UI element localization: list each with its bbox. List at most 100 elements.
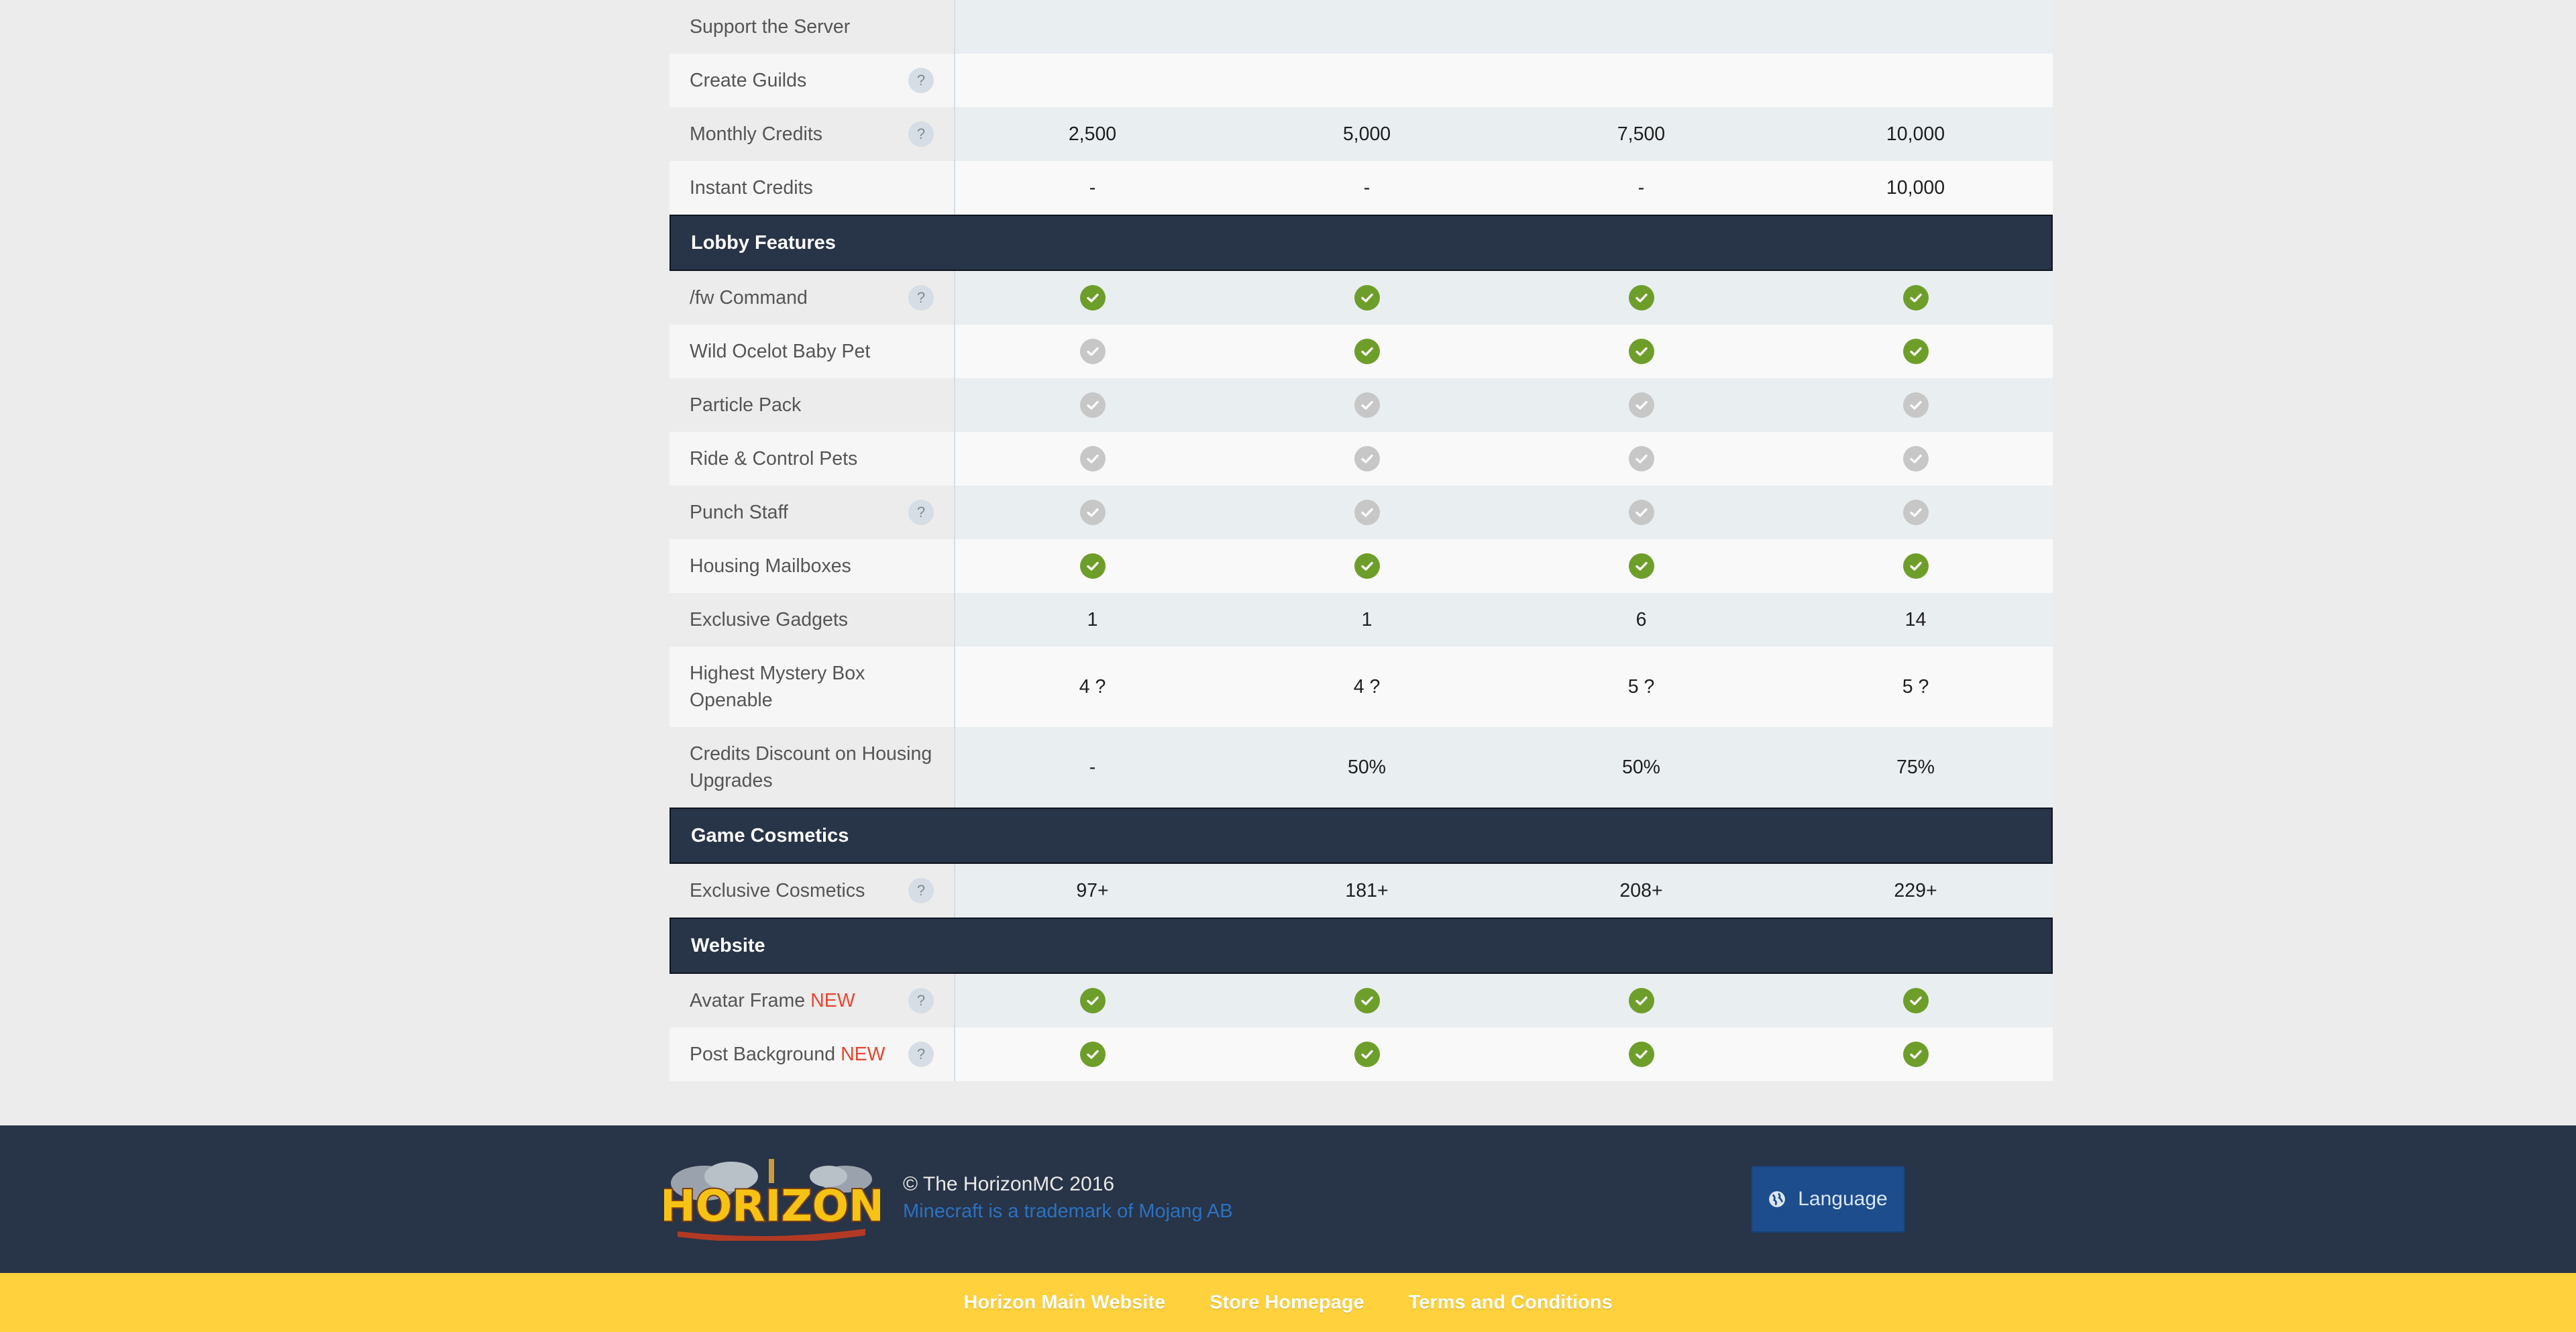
check-included-icon (1902, 339, 1929, 364)
store-homepage-link[interactable]: Store Homepage (1210, 1292, 1364, 1314)
row-label-wrap: Create Guilds (690, 67, 908, 94)
row-label-wrap: Instant Credits (690, 174, 934, 201)
table-row: Create Guilds? (669, 54, 2053, 107)
row-label-text: /fw Command (690, 287, 808, 309)
tier-2-cell (1230, 0, 1504, 54)
row-label: Credits Discount on Housing Upgrades (669, 727, 955, 808)
cell-value: 50% (1621, 756, 1661, 778)
row-label-text: Instant Credits (690, 177, 813, 199)
table-row: Ride & Control Pets (669, 432, 2053, 486)
language-button[interactable]: Language (1751, 1166, 1905, 1233)
tier-2-cell (1230, 1028, 1504, 1081)
help-icon[interactable]: ? (908, 121, 934, 147)
tier-4-cell (1778, 1028, 2053, 1081)
check-excluded-icon (1628, 446, 1654, 471)
cell-value: 7,500 (1617, 123, 1666, 145)
tier-1-cell (955, 0, 1230, 54)
cell-value: 6 (1635, 608, 1647, 630)
tier-3-cell: 7,500 (1504, 107, 1778, 161)
help-icon[interactable]: ? (908, 988, 934, 1013)
row-cells (955, 432, 2053, 486)
tier-4-cell (1778, 974, 2053, 1028)
horizon-main-website-link[interactable]: Horizon Main Website (963, 1292, 1165, 1314)
logo-text: HORIZON (664, 1182, 880, 1231)
table-row: Post Background NEW? (669, 1028, 2053, 1081)
check-excluded-icon (1902, 392, 1929, 418)
help-icon[interactable]: ? (908, 68, 934, 93)
check-included-icon (1628, 339, 1654, 364)
check-included-icon (1902, 1042, 1929, 1067)
row-label-text: Create Guilds (690, 70, 807, 91)
check-excluded-icon (1902, 500, 1929, 525)
tier-4-cell (1778, 378, 2053, 432)
row-cells (955, 271, 2053, 325)
check-included-icon (1354, 988, 1380, 1013)
row-cells: 1 1 6 14 (955, 593, 2053, 647)
check-excluded-icon (1079, 446, 1106, 471)
row-label-wrap: Wild Ocelot Baby Pet (690, 338, 934, 365)
help-icon[interactable]: ? (908, 285, 934, 311)
tier-1-cell (955, 1028, 1230, 1081)
cell-value: - (1363, 176, 1371, 199)
row-label: Particle Pack (669, 378, 955, 432)
check-included-icon (1628, 553, 1654, 579)
site-footer: HORIZON © The HorizonMC 2016 Minecraft i… (0, 1125, 2576, 1273)
tier-2-cell (1230, 54, 1504, 107)
row-label: Instant Credits (669, 161, 955, 215)
cell-value: 5 ? (1627, 675, 1655, 698)
tier-1-cell: 97+ (955, 864, 1230, 918)
row-label-wrap: Post Background NEW (690, 1041, 908, 1068)
tier-3-cell: 208+ (1504, 864, 1778, 918)
check-included-icon (1079, 553, 1106, 579)
row-label: Avatar Frame NEW? (669, 974, 955, 1028)
cell-value: 10,000 (1886, 176, 1945, 199)
row-label: /fw Command? (669, 271, 955, 325)
table-row: Particle Pack (669, 378, 2053, 432)
cell-value: 5,000 (1342, 123, 1391, 145)
tier-3-cell (1504, 974, 1778, 1028)
table-row: Exclusive Cosmetics? 97+ 181+ 208+ 229+ (669, 864, 2053, 918)
row-label-wrap: Credits Discount on Housing Upgrades (690, 740, 934, 794)
tier-1-cell: 4 ? (955, 647, 1230, 727)
tier-1-cell: - (955, 161, 1230, 215)
tier-4-cell: 14 (1778, 593, 2053, 647)
tier-4-cell (1778, 539, 2053, 593)
mojang-trademark-link[interactable]: Minecraft is a trademark of Mojang AB (903, 1198, 1233, 1225)
cell-value: 75% (1896, 756, 1935, 778)
tier-2-cell (1230, 486, 1504, 539)
cell-value: 1 (1087, 608, 1098, 630)
tier-3-cell: 50% (1504, 727, 1778, 808)
row-cells (955, 1028, 2053, 1081)
tier-4-cell: 5 ? (1778, 647, 2053, 727)
tier-1-cell (955, 378, 1230, 432)
tier-2-cell (1230, 378, 1504, 432)
row-label-wrap: Punch Staff (690, 499, 908, 526)
check-included-icon (1628, 988, 1654, 1013)
table-row: Monthly Credits? 2,500 5,000 7,500 10,000 (669, 107, 2053, 161)
row-label-text: Punch Staff (690, 502, 788, 523)
table-row: Instant Credits - - - 10,000 (669, 161, 2053, 215)
terms-and-conditions-link[interactable]: Terms and Conditions (1409, 1292, 1613, 1314)
tier-1-cell (955, 539, 1230, 593)
tier-2-cell (1230, 539, 1504, 593)
row-label: Support the Server (669, 0, 955, 54)
check-excluded-icon (1354, 500, 1380, 525)
cell-value: 1 (1361, 608, 1373, 630)
help-icon[interactable]: ? (908, 1042, 934, 1067)
row-label-text: Exclusive Gadgets (690, 609, 849, 630)
horizon-logo[interactable]: HORIZON (664, 1156, 880, 1241)
check-included-icon (1079, 1042, 1106, 1067)
check-excluded-icon (1079, 392, 1106, 418)
tier-3-cell (1504, 54, 1778, 107)
tier-3-cell (1504, 432, 1778, 486)
check-included-icon (1902, 285, 1929, 311)
help-icon[interactable]: ? (908, 500, 934, 525)
tier-1-cell: - (955, 727, 1230, 808)
row-label-text: Particle Pack (690, 394, 802, 416)
row-label: Punch Staff? (669, 486, 955, 539)
row-label-text: Highest Mystery Box Openable (690, 663, 865, 711)
row-cells: - - - 10,000 (955, 161, 2053, 215)
section-title: Game Cosmetics (691, 824, 849, 846)
help-icon[interactable]: ? (908, 878, 934, 903)
row-label-text: Post Background (690, 1044, 836, 1065)
